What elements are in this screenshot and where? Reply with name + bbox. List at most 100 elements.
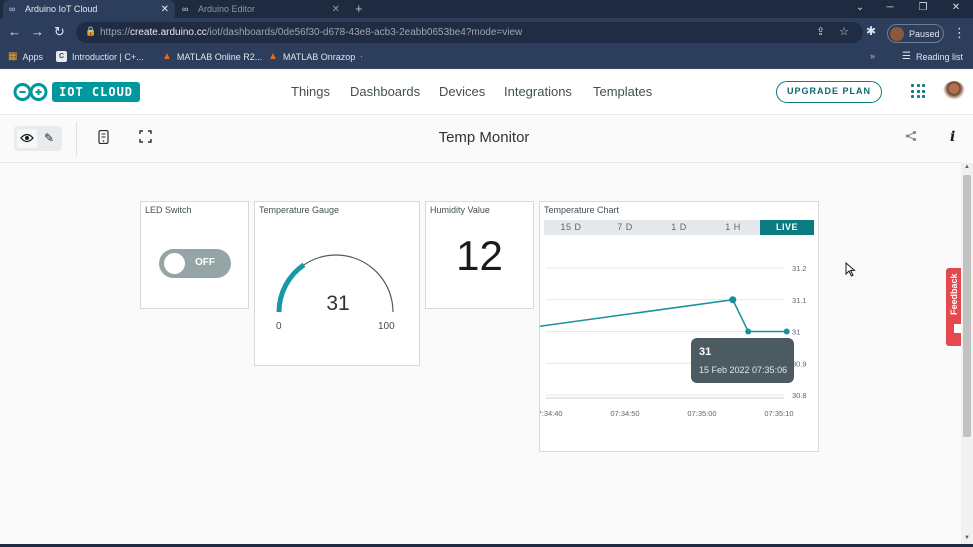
avatar[interactable] [943,81,965,103]
gauge-value: 31 [326,292,350,315]
series-line [540,298,787,333]
chart-tooltip: 31 15 Feb 2022 07:35:06 [691,338,794,383]
toggle-knob [164,253,185,274]
back-icon[interactable]: ← [8,24,21,39]
tab-search-icon[interactable]: ⌄ [845,0,875,18]
arduino-logo[interactable]: IOT CLOUD [13,82,141,102]
led-toggle-switch[interactable]: OFF [159,249,231,278]
share-page-icon[interactable]: ⇪ [816,25,825,38]
minimize-button[interactable]: ─ [875,0,905,18]
bookmark-apps[interactable]: ▦ Apps [8,51,43,62]
browser-tab-arduino-iot-cloud[interactable]: ∞ Arduino IoT Cloud ✕ [3,0,175,18]
reload-icon[interactable]: ↻ [54,24,65,40]
humidity-value: 12 [456,232,503,279]
apps-grid-icon: ▦ [8,51,18,62]
divider [76,122,77,156]
close-window-button[interactable]: ✕ [941,0,971,18]
avatar [890,26,904,41]
nav-integrations[interactable]: Integrations [504,84,572,99]
page-scrollbar[interactable]: ▲ ▼ [961,163,973,544]
y-tick-label: 30.9 [792,359,807,368]
x-tick-label: 07:34:40 [540,409,563,418]
y-tick-label: 31.2 [792,264,807,273]
matlab-icon: ▲ [268,51,278,62]
mode-toggle: ✎ [14,126,62,151]
tab-title: Arduino IoT Cloud [25,4,98,14]
bookmark-more-icon[interactable]: » [870,51,875,61]
address-bar: ← → ↻ 🔒 https://create.arduino.cc/iot/da… [0,18,973,47]
url-text: https://create.arduino.cc/iot/dashboards… [100,27,523,38]
url-field[interactable]: 🔒 https://create.arduino.cc/iot/dashboar… [76,22,863,43]
data-point [783,328,790,335]
widget-temperature-gauge: Temperature Gauge 31 0 100 [254,201,420,366]
data-point [729,296,737,304]
fullscreen-icon[interactable] [139,130,152,146]
forward-icon[interactable]: → [31,24,44,39]
data-point [745,328,752,335]
new-tab-button[interactable]: + [355,1,363,16]
app-header: IOT CLOUD Things Dashboards Devices Inte… [0,70,973,115]
gauge-min-label: 0 [276,321,282,332]
nav-templates[interactable]: Templates [593,84,652,99]
scroll-up-icon[interactable]: ▲ [964,164,970,170]
browser-tab-bar: ∞ Arduino IoT Cloud ✕ ∞ Arduino Editor ✕… [0,0,973,18]
bookmark-introduction[interactable]: C Introductior | C+... [56,51,144,62]
scroll-down-icon[interactable]: ▼ [964,535,970,541]
matlab-icon: ▲ [162,51,172,62]
temperature-line-chart: 30.8 30.9 31 31.1 31.2 07:34:40 07:34:50 07:35:… [540,264,807,418]
gauge-arc [276,254,394,313]
nav-dashboards[interactable]: Dashboards [350,84,420,99]
widget-led-switch: LED Switch OFF [140,201,249,309]
bookmark-star-icon[interactable]: ☆ [839,25,849,38]
y-tick-label: 30.8 [792,391,807,400]
profile-button[interactable]: Paused [887,24,944,43]
y-tick-label: 31.1 [792,296,807,305]
tooltip-time: 15 Feb 2022 07:35:06 [699,365,788,375]
share-icon[interactable] [905,130,917,145]
widget-humidity-value: Humidity Value 12 [425,201,534,309]
scroll-thumb[interactable] [963,175,971,437]
arduino-infinity-icon [13,82,48,102]
eye-icon[interactable] [17,129,37,148]
lock-icon: 🔒 [85,26,97,36]
bookmark-overflow-icon[interactable]: · [360,51,363,61]
x-tick-label: 07:35:10 [764,409,793,418]
nav-things[interactable]: Things [291,84,330,99]
bookmark-matlab-onrazop[interactable]: ▲ MATLAB Onrazop [268,51,355,62]
mouse-cursor-icon [845,261,856,280]
upgrade-plan-button[interactable]: UPGRADE PLAN [776,81,882,103]
x-tick-label: 07:35:00 [687,409,716,418]
close-icon[interactable]: ✕ [161,4,169,15]
mobile-view-icon[interactable] [98,129,109,147]
arduino-infinity-icon: ∞ [182,4,189,14]
browser-tab-arduino-editor[interactable]: ∞ Arduino Editor ✕ [176,0,346,18]
pencil-icon[interactable]: ✎ [39,129,59,148]
toggle-state-label: OFF [195,257,215,268]
logo-text: IOT CLOUD [52,82,141,102]
widget-title: LED Switch [145,205,192,215]
arduino-infinity-icon: ∞ [9,4,16,14]
dashboard-toolbar: ✎ Temp Monitor i [0,116,961,163]
close-icon[interactable]: ✕ [332,4,340,15]
bookmark-matlab-online[interactable]: ▲ MATLAB Online R2... [162,51,262,62]
feedback-label: Feedback [949,273,959,315]
page-title: Temp Monitor [438,129,530,146]
gauge-max-label: 100 [378,321,395,332]
reading-list-icon: ☰ [902,51,911,62]
y-tick-label: 31 [792,328,800,337]
tooltip-value: 31 [699,346,712,358]
apps-grid-icon[interactable] [911,84,925,98]
browser-menu-icon[interactable]: ⋮ [953,25,966,41]
reading-list-button[interactable]: ☰ Reading list [902,51,963,62]
restore-button[interactable]: ❐ [908,0,938,18]
gauge-fill [276,262,306,313]
widget-temperature-chart: Temperature Chart 15 D 7 D 1 D 1 H LIVE … [539,201,819,452]
extensions-icon[interactable]: ✱ [866,24,876,38]
info-icon[interactable]: i [950,129,955,145]
x-tick-label: 07:34:50 [610,409,639,418]
nav-devices[interactable]: Devices [439,84,485,99]
profile-status: Paused [909,28,940,39]
widget-title: Humidity Value [430,205,490,215]
tab-title: Arduino Editor [198,4,256,14]
bookmarks-bar: ▦ Apps C Introductior | C+... ▲ MATLAB Onli… [0,47,973,69]
